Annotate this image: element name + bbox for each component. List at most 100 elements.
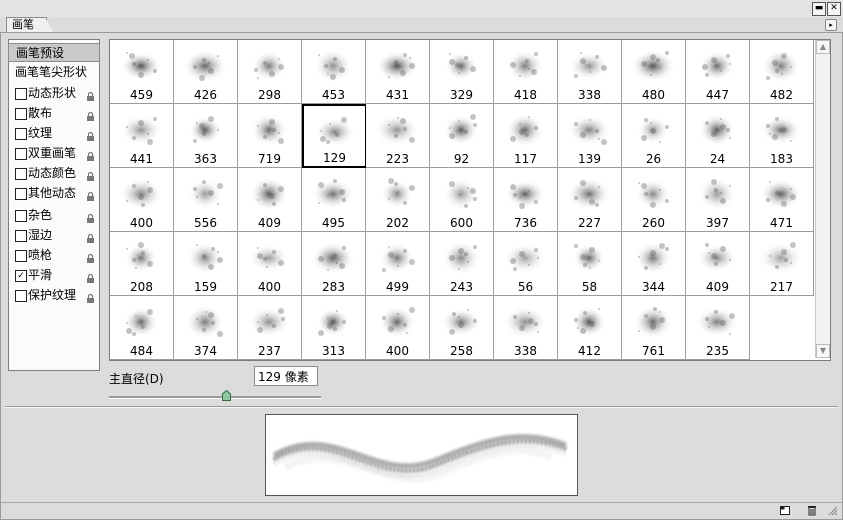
diameter-slider-track[interactable] <box>109 396 321 399</box>
settings-item-2[interactable]: 动态形状 <box>9 84 99 102</box>
settings-item-12[interactable]: 保护纹理 <box>9 286 99 304</box>
settings-checkbox[interactable] <box>15 168 27 180</box>
brush-preset[interactable]: 202 <box>366 168 430 232</box>
lock-icon[interactable] <box>86 210 95 223</box>
brush-preset[interactable]: 237 <box>238 296 302 360</box>
brush-preset[interactable]: 761 <box>622 296 686 360</box>
brush-preset[interactable]: 453 <box>302 40 366 104</box>
brush-preset[interactable]: 484 <box>110 296 174 360</box>
brush-preset[interactable]: 26 <box>622 104 686 168</box>
lock-icon[interactable] <box>86 188 95 201</box>
settings-checkbox[interactable]: ✓ <box>15 270 27 282</box>
settings-checkbox[interactable] <box>15 88 27 100</box>
settings-item-10[interactable]: 喷枪 <box>9 246 99 264</box>
close-button[interactable]: ✕ <box>827 2 841 16</box>
brush-preset[interactable]: 374 <box>174 296 238 360</box>
brush-preset[interactable]: 129 <box>302 104 367 168</box>
lock-icon[interactable] <box>86 168 95 181</box>
settings-checkbox[interactable] <box>15 210 27 222</box>
lock-icon[interactable] <box>86 148 95 161</box>
brush-preset[interactable]: 400 <box>238 232 302 296</box>
brush-preset[interactable]: 117 <box>494 104 558 168</box>
brush-preset[interactable]: 719 <box>238 104 302 168</box>
lock-icon[interactable] <box>86 290 95 303</box>
diameter-slider-thumb[interactable] <box>221 390 231 401</box>
brush-preset[interactable]: 258 <box>430 296 494 360</box>
settings-item-11[interactable]: ✓ 平滑 <box>9 266 99 284</box>
brush-preset[interactable]: 313 <box>302 296 366 360</box>
brush-preset[interactable]: 24 <box>686 104 750 168</box>
brush-preset[interactable]: 431 <box>366 40 430 104</box>
resize-grip-icon[interactable] <box>826 504 838 516</box>
settings-checkbox[interactable] <box>15 128 27 140</box>
settings-item-0[interactable]: 画笔预设 <box>8 43 100 62</box>
brush-preset[interactable]: 183 <box>750 104 814 168</box>
new-brush-icon[interactable] <box>779 504 791 516</box>
brush-preset[interactable]: 482 <box>750 40 814 104</box>
settings-item-8[interactable]: 杂色 <box>9 206 99 224</box>
settings-item-3[interactable]: 散布 <box>9 104 99 122</box>
brush-preset[interactable]: 409 <box>686 232 750 296</box>
brush-preset[interactable]: 217 <box>750 232 814 296</box>
brush-preset[interactable]: 459 <box>110 40 174 104</box>
brush-preset[interactable]: 426 <box>174 40 238 104</box>
settings-item-6[interactable]: 动态颜色 <box>9 164 99 182</box>
settings-item-1[interactable]: 画笔笔尖形状 <box>9 63 99 81</box>
brush-preset[interactable]: 736 <box>494 168 558 232</box>
settings-item-9[interactable]: 湿边 <box>9 226 99 244</box>
brush-preset[interactable]: 418 <box>494 40 558 104</box>
brush-preset[interactable]: 58 <box>558 232 622 296</box>
tab-brushes[interactable]: 画笔 <box>6 17 47 32</box>
brush-preset[interactable]: 139 <box>558 104 622 168</box>
lock-icon[interactable] <box>86 250 95 263</box>
brush-preset[interactable]: 397 <box>686 168 750 232</box>
brush-preset[interactable]: 92 <box>430 104 494 168</box>
panel-menu-button[interactable]: ▸ <box>825 19 837 31</box>
brush-preset[interactable]: 400 <box>110 168 174 232</box>
brush-preset[interactable]: 600 <box>430 168 494 232</box>
settings-checkbox[interactable] <box>15 230 27 242</box>
trash-icon[interactable] <box>806 504 818 516</box>
brush-preset[interactable]: 56 <box>494 232 558 296</box>
brush-preset[interactable]: 329 <box>430 40 494 104</box>
settings-checkbox[interactable] <box>15 290 27 302</box>
settings-checkbox[interactable] <box>15 250 27 262</box>
brush-preset[interactable]: 159 <box>174 232 238 296</box>
settings-checkbox[interactable] <box>15 188 27 200</box>
minimize-button[interactable]: ▬ <box>812 2 826 16</box>
scroll-up-button[interactable]: ▲ <box>816 40 830 54</box>
brush-preset[interactable]: 447 <box>686 40 750 104</box>
settings-item-7[interactable]: 其他动态 <box>9 184 99 202</box>
brush-preset[interactable]: 412 <box>558 296 622 360</box>
lock-icon[interactable] <box>86 88 95 101</box>
brush-preset[interactable]: 338 <box>558 40 622 104</box>
brush-preset[interactable]: 227 <box>558 168 622 232</box>
settings-item-4[interactable]: 纹理 <box>9 124 99 142</box>
brush-preset[interactable]: 499 <box>366 232 430 296</box>
brush-preset[interactable]: 441 <box>110 104 174 168</box>
lock-icon[interactable] <box>86 128 95 141</box>
brush-preset[interactable]: 495 <box>302 168 366 232</box>
brush-preset[interactable]: 471 <box>750 168 814 232</box>
master-diameter-input[interactable]: 129 像素 <box>254 366 318 386</box>
lock-icon[interactable] <box>86 108 95 121</box>
scroll-down-button[interactable]: ▼ <box>816 344 830 358</box>
brush-preset[interactable]: 298 <box>238 40 302 104</box>
brush-preset[interactable]: 235 <box>686 296 750 360</box>
vertical-scrollbar[interactable]: ▲ ▼ <box>815 40 830 358</box>
brush-preset[interactable]: 556 <box>174 168 238 232</box>
settings-item-5[interactable]: 双重画笔 <box>9 144 99 162</box>
brush-preset[interactable]: 480 <box>622 40 686 104</box>
lock-icon[interactable] <box>86 270 95 283</box>
settings-checkbox[interactable] <box>15 148 27 160</box>
brush-preset[interactable]: 223 <box>366 104 430 168</box>
brush-preset[interactable]: 260 <box>622 168 686 232</box>
brush-preset[interactable]: 208 <box>110 232 174 296</box>
lock-icon[interactable] <box>86 230 95 243</box>
brush-preset[interactable]: 344 <box>622 232 686 296</box>
brush-preset[interactable]: 400 <box>366 296 430 360</box>
brush-preset[interactable]: 409 <box>238 168 302 232</box>
settings-checkbox[interactable] <box>15 108 27 120</box>
brush-preset[interactable]: 363 <box>174 104 238 168</box>
brush-preset[interactable]: 338 <box>494 296 558 360</box>
